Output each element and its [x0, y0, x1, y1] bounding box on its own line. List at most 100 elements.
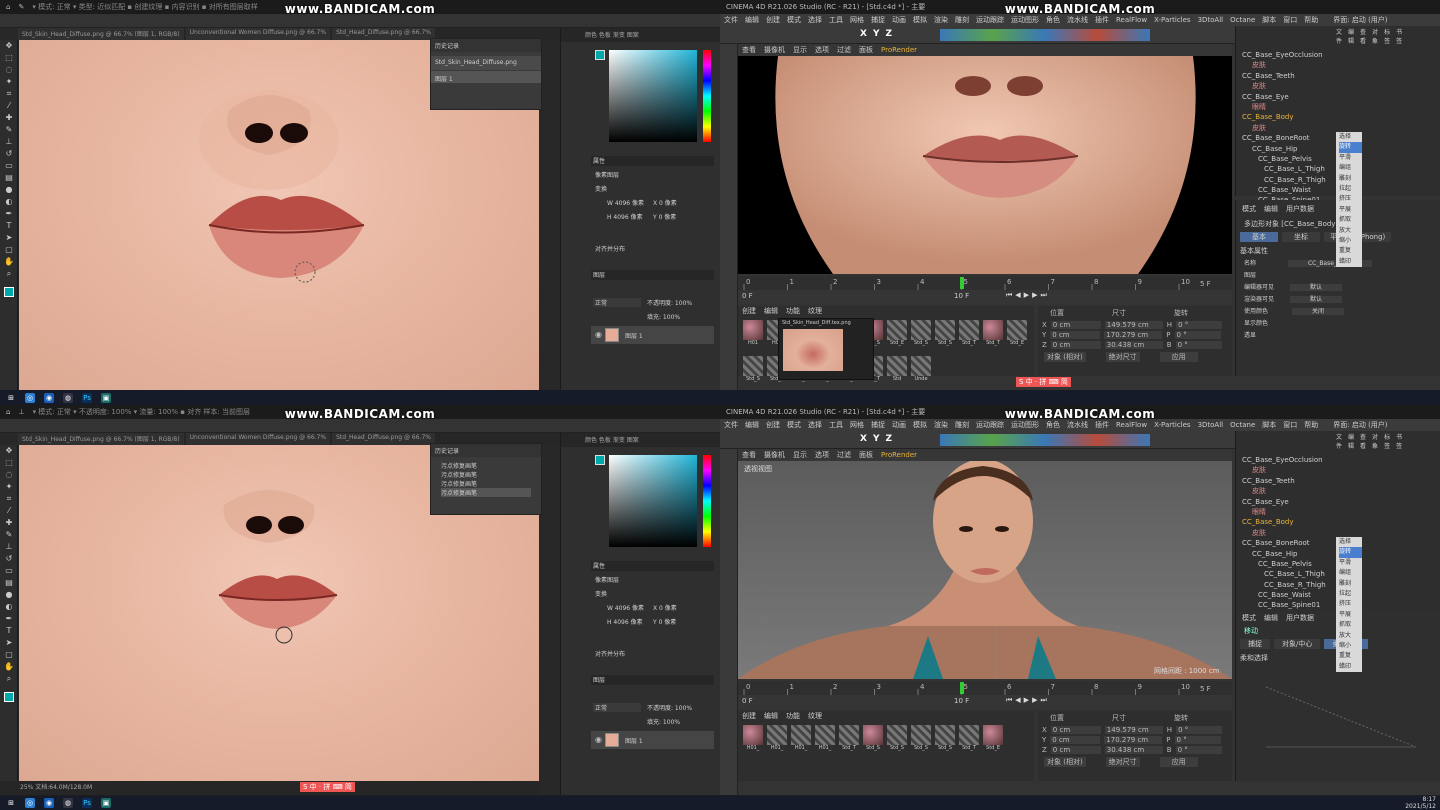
rotation-field[interactable]: 0 °	[1176, 726, 1223, 734]
context-menu-item[interactable]: 平展	[1339, 205, 1362, 215]
material-swatch[interactable]: Unde	[910, 356, 932, 390]
lasso-tool-icon[interactable]: ◌	[4, 65, 14, 75]
color-picker-field[interactable]	[609, 50, 697, 142]
material-tab[interactable]: 创建	[742, 306, 756, 316]
view-menu-item[interactable]: 摄像机	[764, 44, 785, 56]
object-tab[interactable]: 标签	[1384, 27, 1390, 45]
y-field[interactable]: Y 0 像素	[653, 212, 676, 221]
tool-icons-strip[interactable]	[940, 434, 1150, 446]
coords-size-select[interactable]: 绝对尺寸	[1105, 757, 1140, 767]
coords-mode-select[interactable]: 对象 (相对)	[1044, 757, 1086, 767]
crop-tool-icon[interactable]: ⌗	[4, 494, 14, 504]
tool-taskbar-icon[interactable]: ▣	[101, 392, 111, 403]
history-item[interactable]: 污点修复画笔	[441, 488, 531, 497]
material-swatch[interactable]: Std_S	[886, 725, 908, 759]
eyedropper-tool-icon[interactable]: ⁄	[4, 101, 14, 111]
blur-tool-icon[interactable]: ●	[4, 590, 14, 600]
frame-end[interactable]: 10 F	[954, 292, 969, 300]
heal-tool-icon[interactable]: ✚	[4, 113, 14, 123]
position-field[interactable]: 0 cm	[1050, 736, 1101, 744]
editor-vis-select[interactable]: 默认	[1289, 284, 1342, 291]
material-tab[interactable]: 纹理	[808, 711, 822, 721]
object-axis-tab[interactable]: 对象/中心	[1274, 639, 1321, 649]
xyz-axis-buttons[interactable]: XYZ	[860, 29, 898, 39]
rotation-field[interactable]: 0 °	[1175, 341, 1222, 349]
position-field[interactable]: 0 cm	[1050, 321, 1101, 329]
color-swatch-icon[interactable]	[4, 692, 14, 702]
frame-current[interactable]: 0 F	[742, 292, 753, 300]
frame-end[interactable]: 10 F	[954, 697, 969, 705]
tool-taskbar-icon[interactable]: ▣	[101, 798, 111, 808]
size-field[interactable]: 170.279 cm	[1104, 331, 1163, 339]
shape-tool-icon[interactable]: ▢	[4, 650, 14, 660]
context-menu-item[interactable]: 选择	[1339, 537, 1362, 547]
pen-tool-icon[interactable]: ✒	[4, 614, 14, 624]
transport-buttons[interactable]: ⏮◀▶▶⏭	[1006, 291, 1050, 300]
object-tab[interactable]: 书签	[1396, 432, 1402, 450]
doc-tab[interactable]: Std_Head_Diffuse.png @ 66.7%	[332, 28, 435, 40]
opacity-field[interactable]: 不透明度: 100%	[647, 703, 692, 712]
view-menu-item[interactable]: 显示	[793, 44, 807, 56]
material-swatch[interactable]: Std_S	[742, 356, 764, 390]
w-field[interactable]: W 4096 像素	[607, 603, 644, 612]
object-item[interactable]: CC_Base_Teeth	[1242, 71, 1440, 81]
context-menu-item[interactable]: 蜡印	[1339, 662, 1362, 672]
material-swatch[interactable]: H01_	[742, 725, 764, 759]
frame-current[interactable]: 0 F	[742, 697, 753, 705]
lasso-tool-icon[interactable]: ◌	[4, 470, 14, 480]
attr-tab[interactable]: 用户数据	[1286, 613, 1314, 623]
heal-tool-icon[interactable]: ✚	[4, 518, 14, 528]
context-menu-item[interactable]: 平展	[1339, 610, 1362, 620]
context-menu-item[interactable]: 抓取	[1339, 620, 1362, 630]
coords-size-select[interactable]: 绝对尺寸	[1105, 352, 1140, 362]
hue-slider[interactable]	[703, 455, 711, 547]
h-field[interactable]: H 4096 像素	[607, 212, 643, 221]
object-tab[interactable]: 标签	[1384, 432, 1390, 450]
move-tool-icon[interactable]: ✥	[4, 41, 14, 51]
playhead[interactable]	[960, 682, 964, 694]
context-menu-item[interactable]: 缩小	[1339, 236, 1362, 246]
material-swatch[interactable]: Std_S	[934, 320, 956, 354]
material-swatch[interactable]: H01_	[766, 725, 788, 759]
view-menu-item[interactable]: 过滤	[837, 44, 851, 56]
zoom-tool-icon[interactable]: ⌕	[4, 674, 14, 684]
material-swatch[interactable]: Std_S	[862, 725, 884, 759]
y-field[interactable]: Y 0 像素	[653, 617, 676, 626]
history-item[interactable]: 污点修复画笔	[441, 470, 531, 479]
rotation-field[interactable]: 0 °	[1176, 321, 1223, 329]
xyz-axis-buttons[interactable]: XYZ	[860, 434, 898, 444]
context-menu-item[interactable]: 抓取	[1339, 215, 1362, 225]
object-tab[interactable]: 编辑	[1348, 27, 1354, 45]
history-item[interactable]: 污点修复画笔	[441, 479, 531, 488]
ime-indicator[interactable]: S 中 · 拼 ⌨ 简	[300, 782, 355, 792]
brush-tool-icon[interactable]: ✎	[4, 530, 14, 540]
material-swatch[interactable]: Std_T	[838, 725, 860, 759]
context-menu-item[interactable]: 拉起	[1339, 184, 1362, 194]
object-item[interactable]: CC_Base_EyeOcclusion	[1242, 50, 1440, 60]
object-tab[interactable]: 编辑	[1348, 432, 1354, 450]
size-field[interactable]: 30.438 cm	[1104, 746, 1163, 754]
context-menu-item[interactable]: 编组	[1339, 163, 1362, 173]
x-field[interactable]: X 0 像素	[653, 603, 677, 612]
object-item[interactable]: 皮肤	[1242, 465, 1440, 475]
windows-start-icon[interactable]: ⊞	[6, 798, 16, 808]
color-swatch-icon[interactable]	[4, 287, 14, 297]
object-tab[interactable]: 文件	[1336, 432, 1342, 450]
windows-start-icon[interactable]: ⊞	[6, 393, 16, 403]
move-tool-icon[interactable]: ✥	[4, 446, 14, 456]
layer-row[interactable]: ◉ 图层 1	[591, 326, 714, 344]
eye-icon[interactable]: ◉	[595, 330, 602, 339]
material-tab[interactable]: 创建	[742, 711, 756, 721]
path-select-icon[interactable]: ➤	[4, 638, 14, 648]
foreground-swatch[interactable]	[595, 455, 605, 465]
size-field[interactable]: 149.579 cm	[1104, 726, 1163, 734]
object-item[interactable]: CC_Base_Eye	[1242, 497, 1440, 507]
context-menu-item[interactable]: 旋转	[1339, 142, 1362, 153]
type-tool-icon[interactable]: T	[4, 221, 14, 231]
position-field[interactable]: 0 cm	[1050, 726, 1101, 734]
position-field[interactable]: 0 cm	[1050, 341, 1101, 349]
layer-row[interactable]: ◉ 图层 1	[591, 731, 714, 749]
object-item[interactable]: CC_Base_Body	[1242, 112, 1440, 122]
history-item[interactable]: 图层 1	[431, 71, 541, 83]
history-item[interactable]: 污点修复画笔	[441, 461, 531, 470]
